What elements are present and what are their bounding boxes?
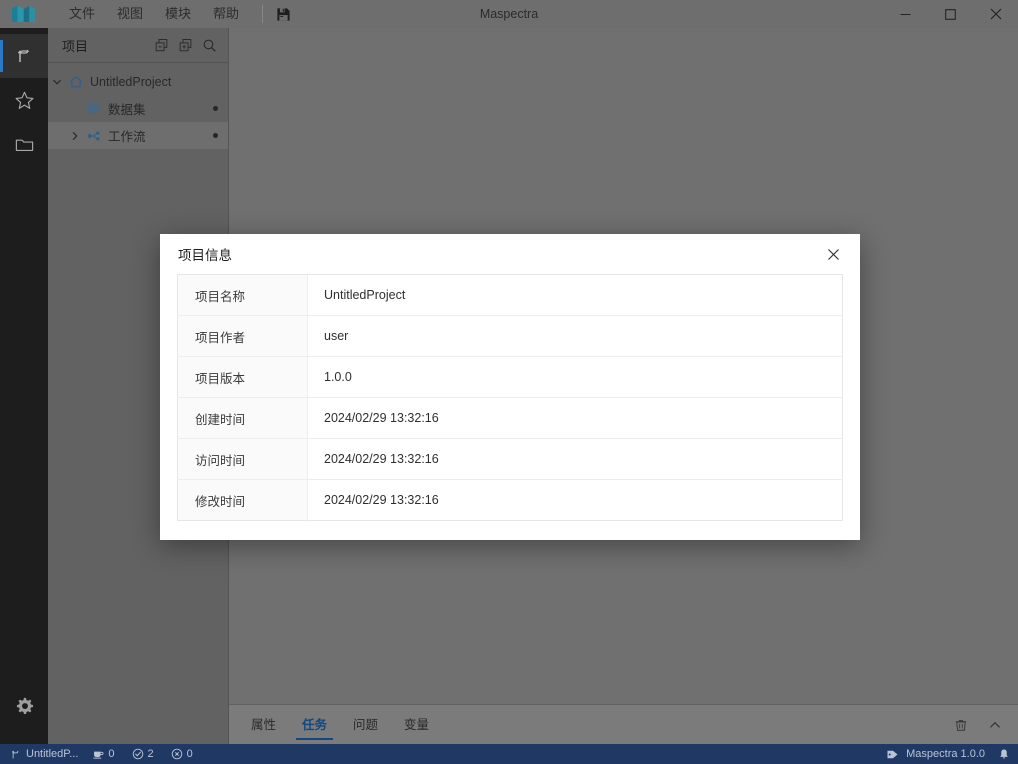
row-key: 项目作者 bbox=[177, 315, 308, 357]
status-right: Maspectra 1.0.0 bbox=[886, 748, 1010, 761]
menu-file[interactable]: 文件 bbox=[58, 2, 106, 26]
row-value: 2024/02/29 13:32:16 bbox=[307, 479, 843, 521]
table-row: 项目作者 user bbox=[177, 315, 843, 357]
status-bar: UntitledP... 0 2 0 Maspectra 1.0.0 bbox=[0, 744, 1018, 764]
row-value: 1.0.0 bbox=[307, 356, 843, 398]
row-key: 修改时间 bbox=[177, 479, 308, 521]
running-count-value: 0 bbox=[108, 748, 115, 760]
row-value: 2024/02/29 13:32:16 bbox=[307, 438, 843, 480]
status-version: Maspectra 1.0.0 bbox=[906, 748, 985, 760]
status-project-name: UntitledP... bbox=[26, 748, 79, 760]
dialog-close-button[interactable] bbox=[820, 241, 846, 267]
error-count[interactable]: 0 bbox=[171, 748, 193, 760]
title-bar: 文件 视图 模块 帮助 Maspectra bbox=[0, 0, 1018, 28]
menu-bar: 文件 视图 模块 帮助 bbox=[48, 0, 297, 28]
error-count-value: 0 bbox=[186, 748, 193, 760]
row-value: UntitledProject bbox=[307, 274, 843, 316]
x-circle-icon bbox=[171, 748, 183, 760]
workflow-branch-icon bbox=[10, 749, 21, 760]
minimize-icon bbox=[900, 13, 911, 15]
success-count[interactable]: 2 bbox=[132, 748, 154, 760]
row-value: 2024/02/29 13:32:16 bbox=[307, 397, 843, 439]
row-key: 创建时间 bbox=[177, 397, 308, 439]
maximize-icon bbox=[945, 8, 956, 20]
save-button[interactable] bbox=[269, 0, 297, 28]
table-row: 修改时间 2024/02/29 13:32:16 bbox=[177, 479, 843, 521]
bell-icon[interactable] bbox=[998, 748, 1010, 760]
dialog-header: 项目信息 bbox=[160, 234, 860, 274]
toolbar-divider bbox=[262, 5, 264, 23]
close-icon bbox=[827, 248, 839, 260]
x-circle-glyph bbox=[171, 748, 182, 760]
activity-item-settings[interactable] bbox=[0, 684, 48, 728]
success-count-value: 2 bbox=[147, 748, 154, 760]
menu-module[interactable]: 模块 bbox=[154, 2, 202, 26]
row-key: 项目名称 bbox=[177, 274, 308, 316]
table-row: 创建时间 2024/02/29 13:32:16 bbox=[177, 397, 843, 439]
maximize-button[interactable] bbox=[928, 0, 973, 28]
table-row: 项目名称 UntitledProject bbox=[177, 274, 843, 316]
star-icon bbox=[15, 91, 33, 109]
menu-help[interactable]: 帮助 bbox=[202, 2, 250, 26]
activity-item-favorites[interactable] bbox=[0, 78, 48, 122]
folder-icon bbox=[15, 139, 33, 151]
running-count[interactable]: 0 bbox=[92, 748, 115, 760]
row-key: 项目版本 bbox=[177, 356, 308, 398]
dialog-body: 项目名称 UntitledProject 项目作者 user 项目版本 1.0.… bbox=[160, 274, 860, 540]
activity-item-files[interactable] bbox=[0, 122, 48, 166]
check-circle-icon bbox=[132, 748, 144, 760]
cup-glyph bbox=[93, 751, 104, 759]
dialog-title: 项目信息 bbox=[178, 248, 232, 263]
maspectra-logo-icon bbox=[12, 6, 35, 22]
row-value: user bbox=[307, 315, 843, 357]
check-circle-glyph bbox=[132, 748, 143, 760]
app-logo bbox=[0, 0, 48, 28]
status-project[interactable]: UntitledP... bbox=[10, 748, 78, 760]
table-row: 项目版本 1.0.0 bbox=[177, 356, 843, 398]
project-info-table: 项目名称 UntitledProject 项目作者 user 项目版本 1.0.… bbox=[177, 274, 843, 521]
close-icon bbox=[990, 8, 1001, 20]
minimize-button[interactable] bbox=[883, 0, 928, 28]
tag-glyph bbox=[887, 750, 898, 758]
cup-icon bbox=[92, 748, 104, 760]
menu-view[interactable]: 视图 bbox=[106, 2, 154, 26]
bell-glyph bbox=[1000, 749, 1008, 759]
row-key: 访问时间 bbox=[177, 438, 308, 480]
activity-bar bbox=[0, 28, 48, 744]
project-info-dialog: 项目信息 项目名称 UntitledProject 项目作者 user 项目版本… bbox=[160, 234, 860, 540]
save-icon bbox=[276, 7, 290, 21]
table-row: 访问时间 2024/02/29 13:32:16 bbox=[177, 438, 843, 480]
workflow-branch-icon bbox=[17, 49, 30, 62]
window-controls bbox=[883, 0, 1018, 28]
status-metrics: 0 2 0 bbox=[92, 748, 193, 760]
tag-icon bbox=[886, 748, 899, 761]
gear-icon bbox=[16, 697, 33, 714]
application-window: 文件 视图 模块 帮助 Maspectra 项目 UntitledProject… bbox=[0, 0, 1018, 764]
close-button[interactable] bbox=[973, 0, 1018, 28]
activity-item-project[interactable] bbox=[0, 34, 48, 78]
workflow-branch-glyph bbox=[11, 750, 19, 758]
